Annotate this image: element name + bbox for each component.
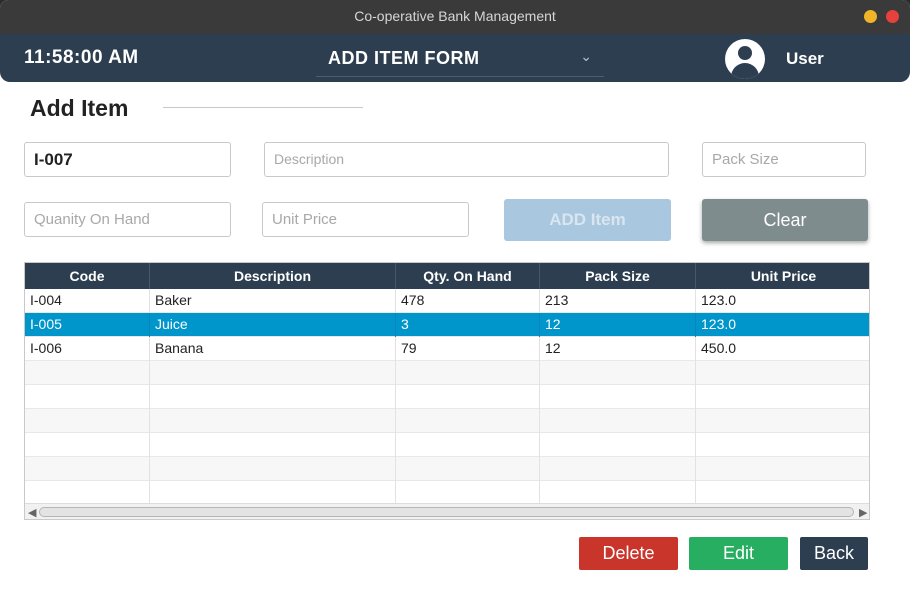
add-item-button[interactable]: ADD Item: [504, 199, 671, 241]
cell-qty: 79: [396, 337, 540, 361]
clock-display: 11:58:00 AM: [24, 47, 139, 68]
close-button[interactable]: [886, 10, 899, 23]
avatar-body: [731, 63, 759, 79]
cell-pack-size: 12: [540, 337, 696, 361]
column-header-unit-price[interactable]: Unit Price: [696, 263, 869, 289]
cell-code: I-004: [25, 289, 150, 313]
user-name[interactable]: User: [786, 49, 824, 69]
delete-button[interactable]: Delete: [579, 537, 678, 570]
unit-price-field[interactable]: [262, 202, 469, 237]
cell-description: Juice: [150, 313, 396, 337]
avatar-head: [738, 46, 752, 60]
horizontal-scrollbar[interactable]: ◀ ▶: [25, 503, 869, 519]
app-header: 11:58:00 AM ADD ITEM FORM ⌄ User: [0, 34, 910, 82]
table-row[interactable]: I-006 Banana 79 12 450.0: [25, 337, 869, 361]
clear-button[interactable]: Clear: [702, 199, 868, 241]
empty-row: [25, 433, 869, 457]
cell-pack-size: 213: [540, 289, 696, 313]
pack-size-field[interactable]: [702, 142, 866, 177]
column-header-description[interactable]: Description: [150, 263, 396, 289]
code-field[interactable]: [24, 142, 231, 177]
edit-button[interactable]: Edit: [689, 537, 788, 570]
cell-code: I-005: [25, 313, 150, 337]
back-button[interactable]: Back: [800, 537, 868, 570]
quantity-on-hand-field[interactable]: [24, 202, 231, 237]
scrollbar-thumb[interactable]: [39, 507, 854, 517]
form-selector-value: ADD ITEM FORM: [328, 48, 480, 68]
column-header-pack-size[interactable]: Pack Size: [540, 263, 696, 289]
cell-qty: 3: [396, 313, 540, 337]
cell-unit-price: 123.0: [701, 292, 737, 308]
chevron-down-icon: ⌄: [580, 49, 592, 65]
column-header-code[interactable]: Code: [25, 263, 150, 289]
table-row[interactable]: I-004 Baker 478 213 123.0: [25, 289, 869, 313]
empty-row: [25, 481, 869, 505]
window-title: Co-operative Bank Management: [354, 8, 556, 24]
empty-row: [25, 457, 869, 481]
table-header: Code Description Qty. On Hand Pack Size …: [25, 263, 869, 289]
cell-pack-size: 12: [540, 313, 696, 337]
title-divider: [163, 107, 363, 108]
minimize-button[interactable]: [864, 10, 877, 23]
cell-qty: 478: [396, 289, 540, 313]
empty-row: [25, 361, 869, 385]
scroll-left-icon[interactable]: ◀: [28, 504, 36, 519]
cell-description: Banana: [150, 337, 396, 361]
cell-description: Baker: [150, 289, 396, 313]
description-field[interactable]: [264, 142, 669, 177]
app-window: Co-operative Bank Management 11:58:00 AM…: [0, 0, 910, 592]
cell-unit-price: 123.0: [701, 316, 737, 332]
title-bar: Co-operative Bank Management: [0, 0, 910, 34]
form-selector[interactable]: ADD ITEM FORM ⌄: [316, 40, 604, 77]
table-row-selected[interactable]: I-005 Juice 3 12 123.0: [25, 313, 869, 337]
empty-row: [25, 409, 869, 433]
cell-unit-price: 450.0: [701, 340, 737, 356]
scroll-right-icon[interactable]: ▶: [859, 504, 867, 519]
items-table: Code Description Qty. On Hand Pack Size …: [24, 262, 870, 520]
cell-code: I-006: [25, 337, 150, 361]
empty-row: [25, 385, 869, 409]
column-header-qty[interactable]: Qty. On Hand: [396, 263, 540, 289]
page-title: Add Item: [30, 95, 129, 121]
user-avatar-icon[interactable]: [725, 39, 765, 79]
